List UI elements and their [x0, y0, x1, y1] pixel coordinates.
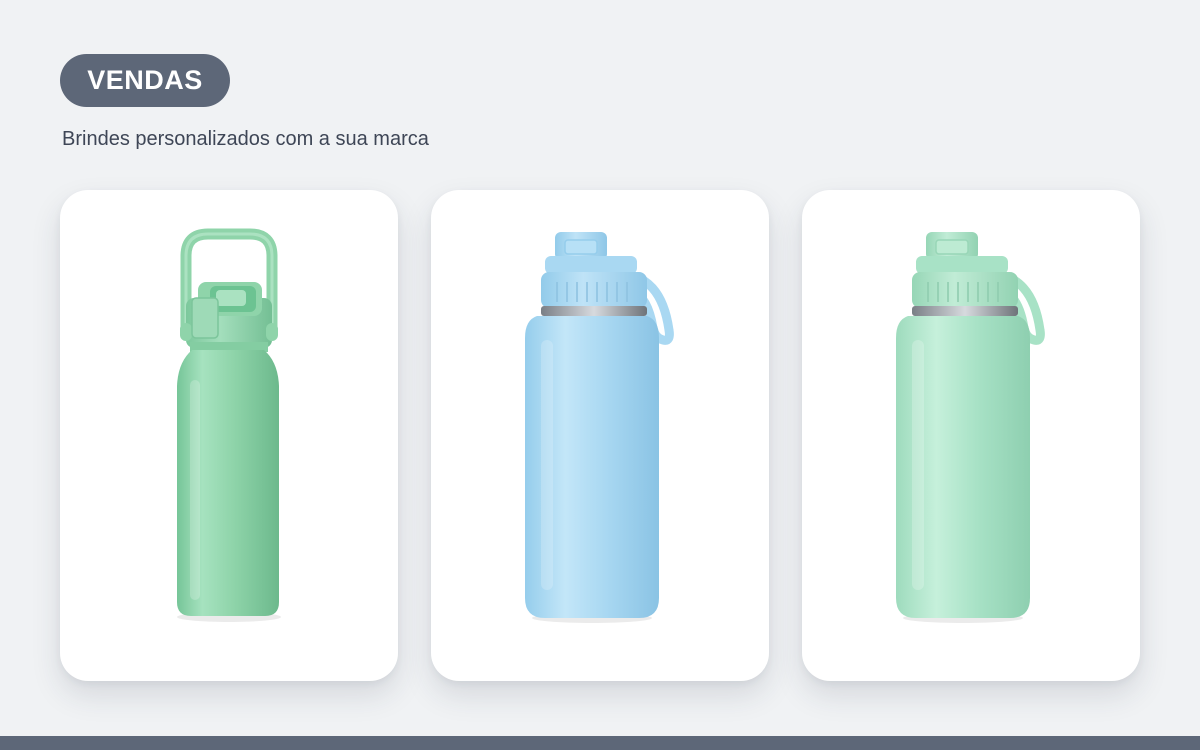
product-card-green-bottle[interactable]: [60, 190, 398, 681]
product-card-blue-bottle[interactable]: [431, 190, 769, 681]
mint-bottle-image: [896, 232, 1045, 623]
page-subtitle: Brindes personalizados com a sua marca: [62, 128, 429, 150]
green-bottle-image: [177, 228, 281, 622]
blue-bottle-image: [525, 232, 674, 623]
vendas-badge: VENDAS: [60, 54, 230, 107]
footer-bar: [0, 736, 1200, 750]
product-card-mint-bottle[interactable]: [802, 190, 1140, 681]
